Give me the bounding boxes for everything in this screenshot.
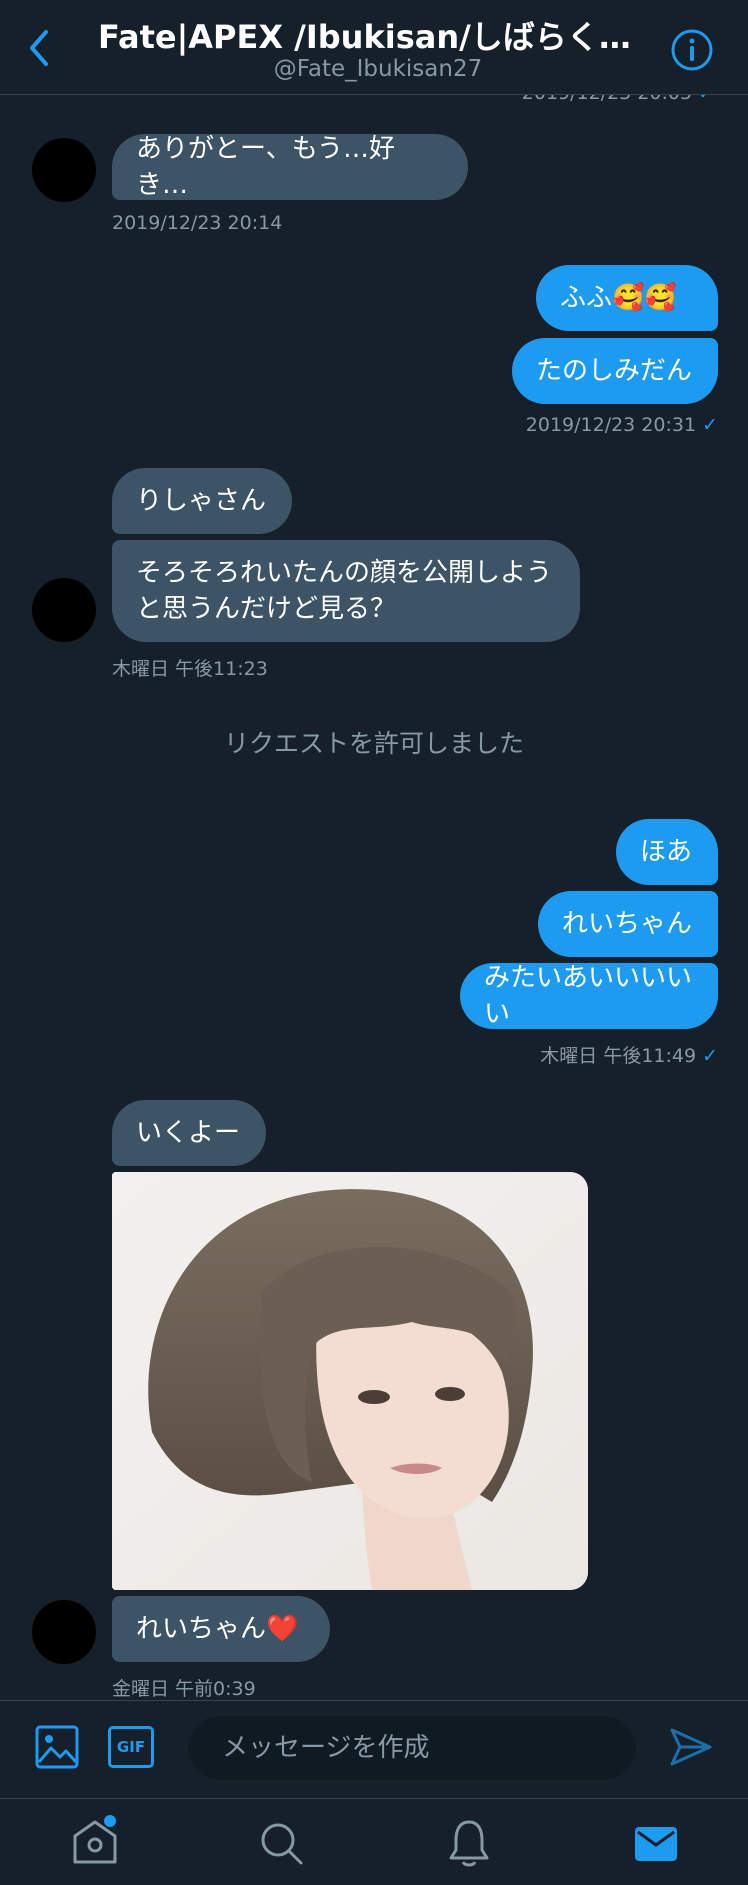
- system-message: リクエストを許可しました: [223, 729, 524, 758]
- message-bubble-incoming[interactable]: れいちゃん❤️: [112, 1596, 330, 1662]
- message-text: ふふ🥰🥰: [560, 283, 677, 313]
- message-text: ありがとー、もう…好き…: [136, 134, 395, 200]
- info-button[interactable]: [670, 28, 714, 72]
- message-bubble-outgoing[interactable]: ふふ🥰🥰: [536, 265, 718, 331]
- message-timestamp: 金曜日 午前0:39: [112, 1678, 256, 1700]
- message-text: りしゃさん: [136, 486, 267, 516]
- send-icon: [670, 1728, 712, 1766]
- tab-home[interactable]: [70, 1814, 120, 1868]
- conversation-handle: @Fate_Ibukisan27: [273, 56, 483, 82]
- message-text: たのしみだん: [536, 356, 693, 386]
- tab-messages[interactable]: [634, 1826, 678, 1862]
- bell-icon: [449, 1820, 489, 1867]
- message-timestamp: 木曜日 午後11:49 ✓: [540, 1045, 718, 1067]
- message-bubble-incoming[interactable]: いくよー: [112, 1100, 266, 1166]
- read-check-icon: ✓: [702, 1045, 718, 1067]
- message-bubble-outgoing[interactable]: みたいあいいいいい: [460, 963, 718, 1029]
- search-icon: [261, 1823, 303, 1865]
- add-image-button[interactable]: [34, 1724, 80, 1770]
- message-text: みたいあいいいいい: [484, 963, 693, 1029]
- read-check-icon: ✓: [702, 414, 718, 436]
- gif-icon: GIF: [116, 1738, 146, 1756]
- message-timestamp: 2019/12/23 20:14: [112, 212, 283, 234]
- gif-button[interactable]: GIF: [108, 1726, 154, 1768]
- message-timestamp: 木曜日 午後11:23: [112, 658, 268, 680]
- mail-icon: [635, 1827, 677, 1861]
- info-icon: [671, 29, 713, 71]
- image-icon: [35, 1725, 79, 1769]
- tab-search[interactable]: [258, 1820, 304, 1866]
- message-bubble-outgoing[interactable]: れいちゃん: [538, 891, 718, 957]
- portrait-photo: [112, 1172, 588, 1590]
- message-text: いくよー: [136, 1118, 241, 1148]
- message-timestamp: 2019/12/23 20:31 ✓: [525, 414, 718, 436]
- avatar[interactable]: [32, 578, 96, 642]
- back-button[interactable]: [22, 26, 58, 70]
- message-bubble-incoming[interactable]: ありがとー、もう…好き…: [112, 134, 468, 200]
- message-text: れいちゃん❤️: [136, 1614, 299, 1644]
- avatar[interactable]: [32, 138, 96, 202]
- message-text: れいちゃん: [562, 909, 693, 939]
- message-bubble-incoming[interactable]: そろそろれいたんの顔を公開しようと思うんだけど見る？: [112, 540, 580, 642]
- chevron-left-icon: [30, 30, 48, 66]
- avatar[interactable]: [32, 1600, 96, 1664]
- message-bubble-outgoing[interactable]: ほあ: [616, 819, 718, 885]
- tab-notifications[interactable]: [446, 1818, 492, 1868]
- conversation-title[interactable]: Fate|APEX /Ibukisan/しばらく活…: [98, 12, 658, 58]
- send-button[interactable]: [668, 1724, 714, 1770]
- message-bubble-incoming[interactable]: りしゃさん: [112, 468, 292, 534]
- message-text: そろそろれいたんの顔を公開しようと思うんだけど見る？: [136, 558, 553, 624]
- message-input[interactable]: [188, 1716, 636, 1780]
- message-bubble-outgoing[interactable]: たのしみだん: [512, 338, 718, 404]
- shared-photo[interactable]: [112, 1172, 588, 1590]
- home-icon: [73, 1815, 117, 1864]
- conversation-header: Fate|APEX /Ibukisan/しばらく活… @Fate_Ibukisa…: [0, 0, 748, 95]
- message-text: ほあ: [640, 837, 693, 867]
